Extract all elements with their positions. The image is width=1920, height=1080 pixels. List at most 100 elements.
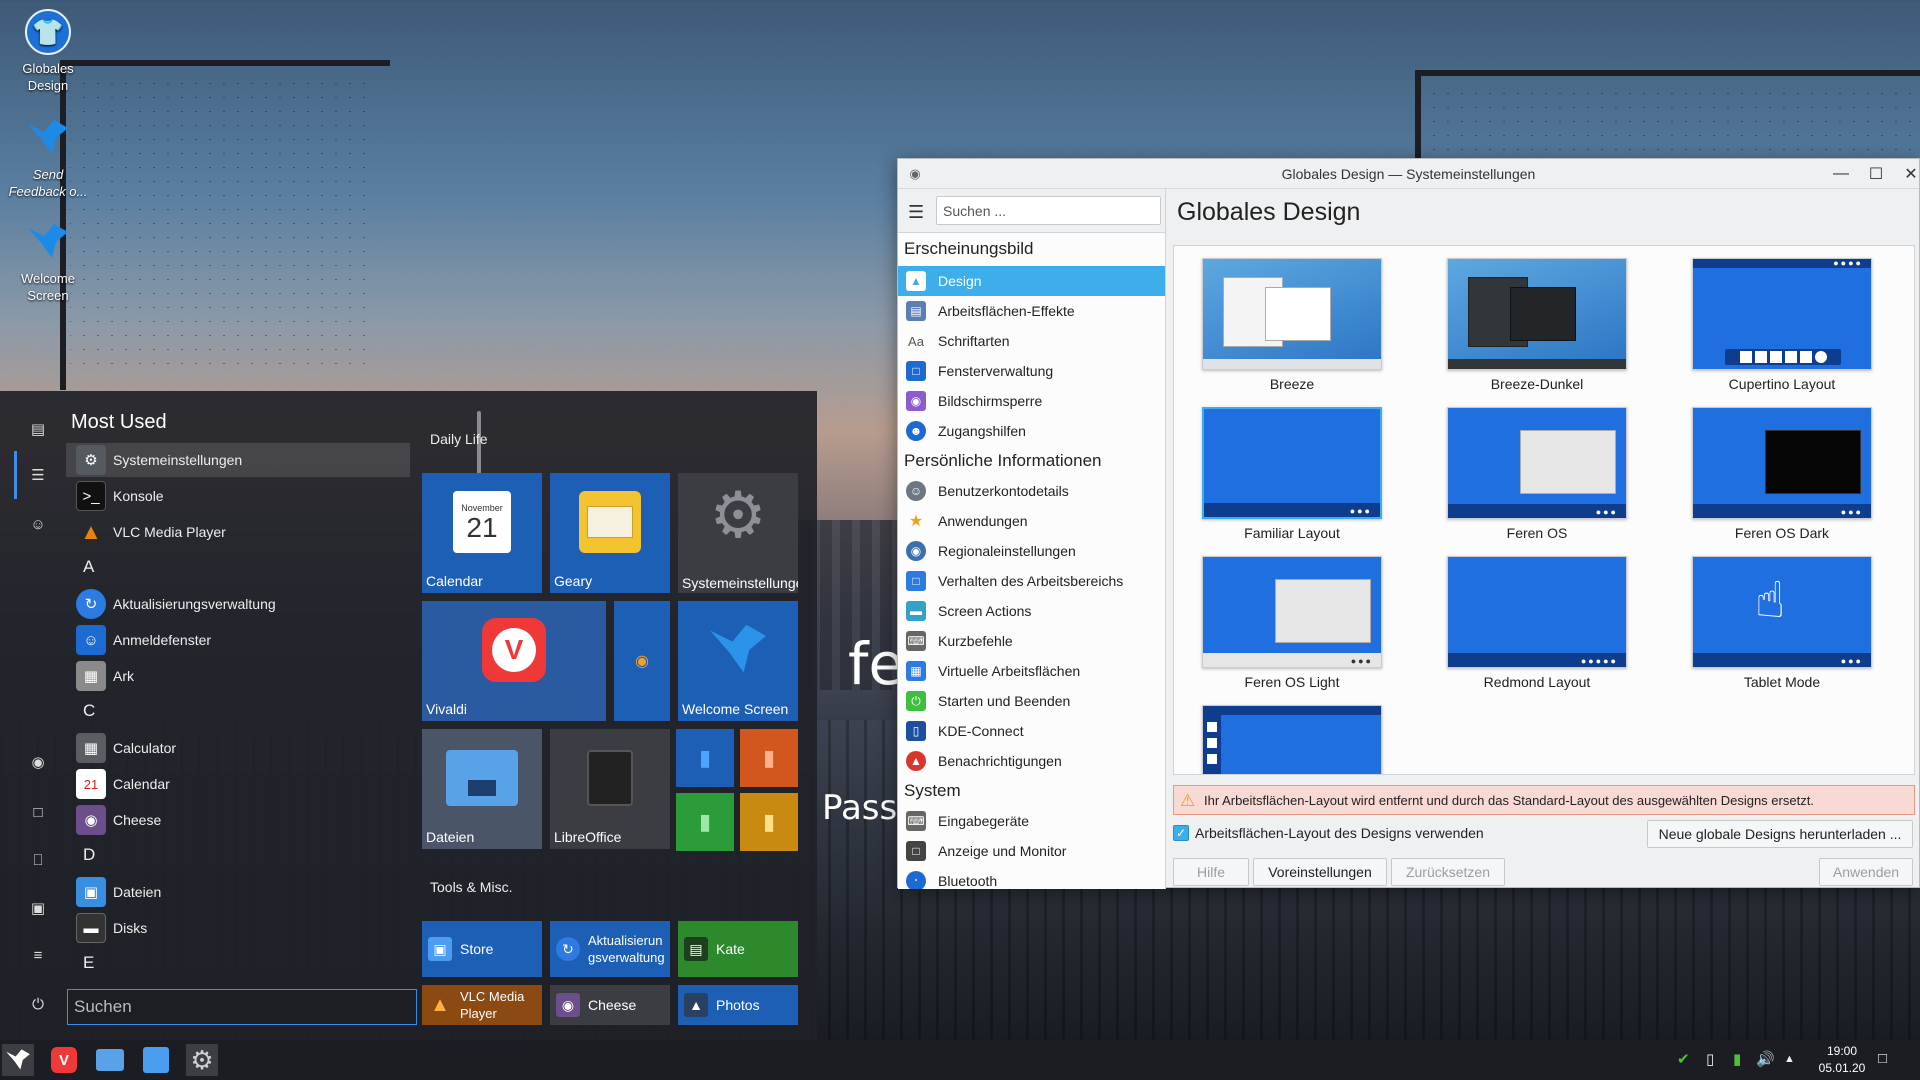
start-menu: ▤ ☰ ☺ ◉ □ ⎕ ▣ ≡ ⏻ Most Used ⚙ Systemeins… bbox=[0, 391, 817, 1042]
sidebar-item-workspace-behavior[interactable]: □ Verhalten des Arbeitsbereichs bbox=[898, 566, 1165, 596]
sidebar-item-virtual-desktops[interactable]: ▦ Virtuelle Arbeitsflächen bbox=[898, 656, 1165, 686]
theme-card-familiar[interactable]: ●●● Familiar Layout bbox=[1197, 407, 1387, 541]
desktop-icon-welcome[interactable]: Welcome Screen bbox=[6, 218, 90, 304]
app-item-cheese[interactable]: ◉ Cheese bbox=[66, 803, 410, 837]
tile-dateien[interactable]: Dateien bbox=[422, 729, 542, 849]
app-item-vlc[interactable]: ▲ VLC Media Player bbox=[66, 515, 410, 549]
theme-card-breeze-dark[interactable]: Breeze-Dunkel bbox=[1442, 258, 1632, 392]
hamburger-menu-icon[interactable]: ☰ bbox=[908, 202, 924, 223]
volume-icon[interactable]: 🔊 bbox=[1756, 1050, 1775, 1068]
feren-start-icon[interactable] bbox=[2, 1044, 34, 1076]
trash-icon[interactable]: ⎕ bbox=[27, 849, 49, 871]
all-apps-icon[interactable]: ▤ bbox=[27, 418, 49, 440]
apply-button[interactable]: Anwenden bbox=[1819, 858, 1913, 886]
store-icon[interactable] bbox=[140, 1044, 172, 1076]
sidebar-item-effects[interactable]: ▤ Arbeitsflächen-Effekte bbox=[898, 296, 1165, 326]
theme-card-tablet[interactable]: ☝ ●●● Tablet Mode bbox=[1687, 556, 1877, 690]
show-desktop-icon[interactable]: □ bbox=[1878, 1050, 1887, 1067]
theme-card-feren-os[interactable]: ●●● Feren OS bbox=[1442, 407, 1632, 541]
app-item-aktualisierungsverwaltung[interactable]: ↻ Aktualisierungsverwaltung bbox=[66, 587, 410, 621]
tile-systemeinstellungen[interactable]: ⚙ Systemeinstellungen bbox=[678, 473, 798, 593]
minimize-icon[interactable]: — bbox=[1830, 163, 1852, 185]
tile-vlc[interactable]: ▲ VLC Media Player bbox=[422, 985, 542, 1025]
help-button[interactable]: Hilfe bbox=[1173, 858, 1249, 886]
defaults-button[interactable]: Voreinstellungen bbox=[1253, 858, 1387, 886]
reset-button[interactable]: Zurücksetzen bbox=[1391, 858, 1505, 886]
app-item-disks[interactable]: ▬ Disks bbox=[66, 911, 410, 945]
page-title: Globales Design bbox=[1177, 198, 1361, 226]
sidebar-item-bluetooth[interactable]: ᛫ Bluetooth bbox=[898, 866, 1165, 889]
sidebar-item-kde-connect[interactable]: ▯ KDE-Connect bbox=[898, 716, 1165, 746]
tile-calc[interactable]: ▮ bbox=[676, 793, 734, 851]
theme-card-breeze[interactable]: Breeze bbox=[1197, 258, 1387, 392]
tile-store[interactable]: ▣ Store bbox=[422, 921, 542, 977]
sidebar-item-screen-lock[interactable]: ◉ Bildschirmsperre bbox=[898, 386, 1165, 416]
sidebar-item-screen-actions[interactable]: ▬ Screen Actions bbox=[898, 596, 1165, 626]
app-item-anmeldefenster[interactable]: ☺ Anmeldefenster bbox=[66, 623, 410, 657]
app-item-systemeinstellungen[interactable]: ⚙ Systemeinstellungen bbox=[66, 443, 410, 477]
folder-icon[interactable]: ▣ bbox=[27, 897, 49, 919]
theme-card-cupertino[interactable]: ●●●● Cupertino Layout bbox=[1687, 258, 1877, 392]
start-search-input[interactable]: Suchen bbox=[67, 989, 417, 1025]
app-item-calendar[interactable]: 21 Calendar bbox=[66, 767, 410, 801]
tile-writer[interactable]: ▮ bbox=[676, 729, 734, 787]
use-layout-checkbox[interactable]: ✓ bbox=[1173, 825, 1189, 841]
tray-expand-icon[interactable]: ▲ bbox=[1784, 1053, 1795, 1065]
pin-icon[interactable]: ◉ bbox=[27, 751, 49, 773]
sidebar-item-startup-shutdown[interactable]: ⏻ Starten und Beenden bbox=[898, 686, 1165, 716]
theme-card-feren-os-dark[interactable]: ●●● Feren OS Dark bbox=[1687, 407, 1877, 541]
user-switch-icon[interactable]: ☺ bbox=[27, 513, 49, 535]
clock[interactable]: 19:00 05.01.20 bbox=[1812, 1043, 1872, 1077]
download-themes-button[interactable]: Neue globale Designs herunterladen ... bbox=[1647, 820, 1913, 848]
app-label: Ark bbox=[113, 668, 134, 684]
tile-draw[interactable]: ▮ bbox=[740, 793, 798, 851]
settings-icon[interactable]: ⚙ bbox=[186, 1044, 218, 1076]
sidebar-item-window-management[interactable]: □ Fensterverwaltung bbox=[898, 356, 1165, 386]
wallpaper-goalpost bbox=[1415, 70, 1421, 170]
use-layout-checkbox-row[interactable]: ✓ Arbeitsflächen-Layout des Designs verw… bbox=[1173, 825, 1484, 841]
sidebar-item-notifications[interactable]: ▲ Benachrichtigungen bbox=[898, 746, 1165, 776]
maximize-icon[interactable]: ☐ bbox=[1865, 163, 1887, 185]
app-item-calculator[interactable]: ▦ Calculator bbox=[66, 731, 410, 765]
sidebar-item-regional[interactable]: ◉ Regionaleinstellungen bbox=[898, 536, 1165, 566]
sidebar-item-input-devices[interactable]: ⌨ Eingabegeräte bbox=[898, 806, 1165, 836]
close-icon[interactable]: ✕ bbox=[1900, 163, 1920, 185]
app-item-ark[interactable]: ▦ Ark bbox=[66, 659, 410, 693]
tile-small-app[interactable]: ◉ bbox=[614, 601, 670, 721]
sidebar-item-accessibility[interactable]: ☻ Zugangshilfen bbox=[898, 416, 1165, 446]
tile-cheese[interactable]: ◉ Cheese bbox=[550, 985, 670, 1025]
window-titlebar[interactable]: ◉ Globales Design — Systemeinstellungen … bbox=[898, 159, 1919, 189]
power-icon[interactable]: ⏻ bbox=[27, 993, 49, 1015]
vivaldi-icon[interactable]: V bbox=[48, 1044, 80, 1076]
desktop-icon-global-design[interactable]: 👕 Globales Design bbox=[6, 8, 90, 94]
battery-icon[interactable]: ▮ bbox=[1733, 1050, 1741, 1068]
sidebar-item-user-account[interactable]: ☺ Benutzerkontodetails bbox=[898, 476, 1165, 506]
update-check-icon[interactable]: ✔ bbox=[1677, 1050, 1690, 1068]
theme-card-partial[interactable] bbox=[1197, 705, 1387, 774]
tile-geary[interactable]: Geary bbox=[550, 473, 670, 593]
tile-welcome-screen[interactable]: Welcome Screen bbox=[678, 601, 798, 721]
tile-libreoffice[interactable]: LibreOffice bbox=[550, 729, 670, 849]
theme-card-redmond[interactable]: ●●●●● Redmond Layout bbox=[1442, 556, 1632, 690]
tile-aktualisierungsverwaltung[interactable]: ↻ Aktualisierungsverwaltung bbox=[550, 921, 670, 977]
theme-card-feren-os-light[interactable]: ●●● Feren OS Light bbox=[1197, 556, 1387, 690]
sidebar-item-fonts[interactable]: Aa Schriftarten bbox=[898, 326, 1165, 356]
settings-sliders-icon[interactable]: ≡ bbox=[27, 944, 49, 966]
app-item-konsole[interactable]: >_ Konsole bbox=[66, 479, 410, 513]
tile-impress[interactable]: ▮ bbox=[740, 729, 798, 787]
sidebar-item-shortcuts[interactable]: ⌨ Kurzbefehle bbox=[898, 626, 1165, 656]
tile-calendar[interactable]: November 21 Calendar bbox=[422, 473, 542, 593]
sidebar-item-display[interactable]: □ Anzeige und Monitor bbox=[898, 836, 1165, 866]
device-icon[interactable]: ▯ bbox=[1706, 1050, 1714, 1068]
files-icon[interactable] bbox=[94, 1044, 126, 1076]
document-icon[interactable]: □ bbox=[27, 801, 49, 823]
desktop-icon-send-feedback[interactable]: Send Feedback o... bbox=[6, 114, 90, 200]
tile-vivaldi[interactable]: V Vivaldi bbox=[422, 601, 606, 721]
sidebar-item-design[interactable]: ▲ Design bbox=[898, 266, 1165, 296]
sidebar-search-input[interactable]: Suchen ... bbox=[936, 196, 1161, 225]
tile-kate[interactable]: ▤ Kate bbox=[678, 921, 798, 977]
list-icon[interactable]: ☰ bbox=[27, 464, 49, 486]
app-item-dateien[interactable]: ▣ Dateien bbox=[66, 875, 410, 909]
tile-photos[interactable]: ▲ Photos bbox=[678, 985, 798, 1025]
sidebar-item-applications[interactable]: ★ Anwendungen bbox=[898, 506, 1165, 536]
